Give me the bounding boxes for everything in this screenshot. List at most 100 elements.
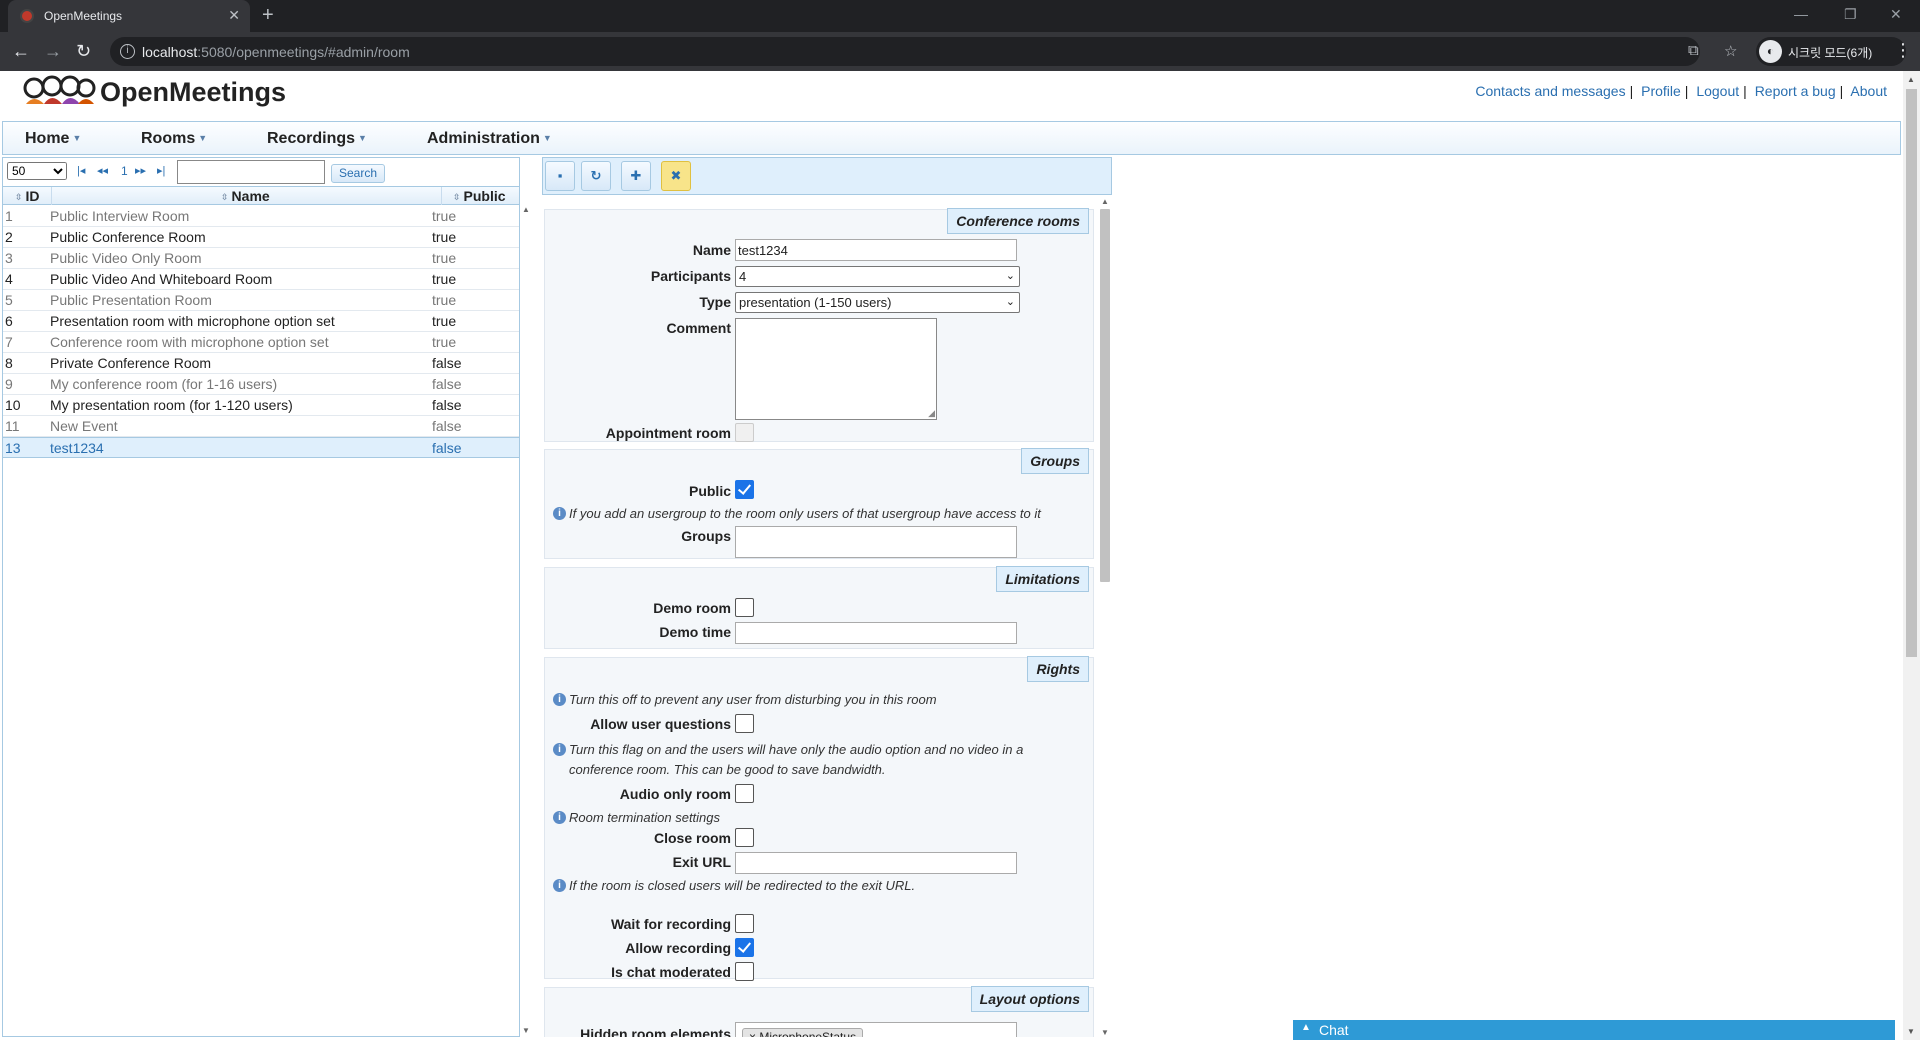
- exit-url-input[interactable]: [735, 852, 1017, 874]
- comment-textarea[interactable]: ◢: [735, 318, 937, 420]
- contacts-link[interactable]: Contacts and messages: [1475, 83, 1625, 99]
- room-form-panel: ▪ ↻ ✚ ✖ Conference rooms Name test1234 P…: [542, 157, 1112, 1037]
- close-room-checkbox[interactable]: [735, 828, 754, 847]
- groups-label: Groups: [681, 528, 731, 544]
- demo-time-input[interactable]: [735, 622, 1017, 644]
- report-bug-link[interactable]: Report a bug: [1755, 83, 1836, 99]
- allow-questions-checkbox[interactable]: [735, 714, 754, 733]
- table-row[interactable]: 11 New Event false: [3, 416, 519, 437]
- page-size-select[interactable]: 50: [7, 162, 67, 180]
- cancel-button[interactable]: ✖: [661, 161, 691, 191]
- resize-grip-icon[interactable]: ◢: [928, 408, 935, 419]
- scroll-down-icon[interactable]: ▼: [1101, 1028, 1109, 1037]
- close-tab-icon[interactable]: ✕: [228, 7, 240, 24]
- table-row[interactable]: 8 Private Conference Room false: [3, 353, 519, 374]
- next-page-icon[interactable]: ▸▸: [135, 164, 146, 177]
- wait-recording-checkbox[interactable]: [735, 914, 754, 933]
- restore-icon[interactable]: ❐: [1844, 6, 1857, 23]
- menu-home[interactable]: Home ▼: [25, 130, 81, 148]
- table-row[interactable]: 13 test1234 false: [3, 437, 519, 458]
- form-scrollbar-thumb[interactable]: [1100, 209, 1110, 582]
- hidden-element-tag[interactable]: × MicrophoneStatus: [742, 1028, 864, 1037]
- close-window-icon[interactable]: ✕: [1890, 6, 1902, 23]
- table-row[interactable]: 9 My conference room (for 1-16 users) fals…: [3, 374, 519, 395]
- type-select[interactable]: presentation (1-150 users) ⌄: [735, 292, 1020, 313]
- audio-only-label: Audio only room: [619, 786, 731, 802]
- save-button[interactable]: ▪: [545, 161, 575, 191]
- menu-rooms[interactable]: Rooms ▼: [141, 130, 207, 148]
- scroll-up-icon[interactable]: ▲: [1101, 197, 1109, 206]
- new-tab-icon[interactable]: +: [262, 4, 274, 27]
- page-scrollbar-thumb[interactable]: [1906, 89, 1917, 657]
- cell-id: 3: [5, 250, 13, 266]
- table-row[interactable]: 2 Public Conference Room true: [3, 227, 519, 248]
- appointment-checkbox[interactable]: [735, 423, 754, 442]
- section-title: Groups: [1021, 448, 1089, 474]
- form-toolbar: ▪ ↻ ✚ ✖: [542, 157, 1112, 195]
- about-link[interactable]: About: [1850, 83, 1887, 99]
- incognito-profile[interactable]: ◐ 시크릿 모드(6개): [1756, 37, 1906, 66]
- page-scrollbar[interactable]: ▲ ▼: [1903, 71, 1920, 1040]
- scroll-down-icon[interactable]: ▼: [1907, 1027, 1915, 1036]
- room-list-panel: 50 |◂ ◂◂ 1 ▸▸ ▸| Search ⇳ ID ⇳ Name ⇳ Publi…: [2, 157, 520, 1037]
- refresh-button[interactable]: ↻: [581, 161, 611, 191]
- table-row[interactable]: 10 My presentation room (for 1-120 users)…: [3, 395, 519, 416]
- minimize-icon[interactable]: —: [1794, 6, 1808, 22]
- cell-id: 10: [5, 397, 21, 413]
- table-row[interactable]: 6 Presentation room with microphone optio…: [3, 311, 519, 332]
- bookmark-star-icon[interactable]: ☆: [1724, 42, 1737, 60]
- table-row[interactable]: 7 Conference room with microphone option …: [3, 332, 519, 353]
- add-button[interactable]: ✚: [621, 161, 651, 191]
- table-row[interactable]: 5 Public Presentation Room true: [3, 290, 519, 311]
- hidden-elements-input[interactable]: × MicrophoneStatus: [735, 1022, 1017, 1037]
- column-id[interactable]: ⇳ ID: [15, 188, 40, 204]
- profile-link[interactable]: Profile: [1641, 83, 1681, 99]
- translate-icon[interactable]: ⧉: [1688, 42, 1699, 59]
- back-icon[interactable]: ←: [12, 41, 30, 62]
- public-checkbox[interactable]: [735, 480, 754, 499]
- column-divider: [51, 187, 52, 205]
- section-title: Limitations: [996, 566, 1089, 592]
- column-public[interactable]: ⇳ Public: [453, 188, 506, 204]
- logo-icon: [23, 75, 96, 104]
- scroll-down-icon[interactable]: ▼: [522, 1026, 530, 1035]
- cell-id: 6: [5, 313, 13, 329]
- chat-moderated-checkbox[interactable]: [735, 962, 754, 981]
- allow-recording-checkbox[interactable]: [735, 938, 754, 957]
- logout-link[interactable]: Logout: [1696, 83, 1739, 99]
- browser-menu-icon[interactable]: ⋮: [1894, 40, 1912, 61]
- chat-bar[interactable]: ▲ Chat: [1293, 1020, 1895, 1040]
- search-input[interactable]: [177, 160, 325, 184]
- menu-recordings[interactable]: Recordings ▼: [267, 130, 367, 148]
- column-name[interactable]: ⇳ Name: [221, 188, 270, 204]
- sort-icon: ⇳: [221, 192, 229, 202]
- audio-only-checkbox[interactable]: [735, 784, 754, 803]
- first-page-icon[interactable]: |◂: [77, 164, 85, 177]
- cell-public: true: [432, 292, 457, 308]
- address-bar[interactable]: i localhost:5080/openmeetings/#admin/roo…: [110, 37, 1737, 66]
- page-number[interactable]: 1: [121, 164, 128, 178]
- search-button[interactable]: Search: [331, 164, 385, 183]
- demo-room-checkbox[interactable]: [735, 598, 754, 617]
- scroll-up-icon[interactable]: ▲: [522, 205, 530, 214]
- participants-select[interactable]: 4 ⌄: [735, 266, 1020, 287]
- site-info-icon[interactable]: i: [120, 44, 135, 59]
- browser-tab[interactable]: OpenMeetings ✕: [8, 0, 250, 32]
- cell-name: Public Video And Whiteboard Room: [50, 271, 273, 287]
- table-row[interactable]: 1 Public Interview Room true: [3, 206, 519, 227]
- table-row[interactable]: 3 Public Video Only Room true: [3, 248, 519, 269]
- last-page-icon[interactable]: ▸|: [157, 164, 165, 177]
- prev-page-icon[interactable]: ◂◂: [97, 164, 108, 177]
- scroll-up-icon[interactable]: ▲: [1907, 75, 1915, 84]
- forward-icon[interactable]: →: [44, 41, 62, 62]
- table-row[interactable]: 4 Public Video And Whiteboard Room true: [3, 269, 519, 290]
- cell-name: test1234: [50, 440, 104, 456]
- tab-title: OpenMeetings: [44, 9, 123, 23]
- name-input[interactable]: test1234: [735, 239, 1017, 261]
- grid-scrollbar[interactable]: ▲ ▼: [522, 205, 530, 1035]
- audio-hint: i Turn this flag on and the users will ha…: [553, 740, 1083, 780]
- reload-icon[interactable]: ↻: [76, 41, 91, 62]
- groups-input[interactable]: [735, 526, 1017, 558]
- menu-administration[interactable]: Administration ▼: [427, 130, 552, 148]
- cell-public: true: [432, 334, 457, 350]
